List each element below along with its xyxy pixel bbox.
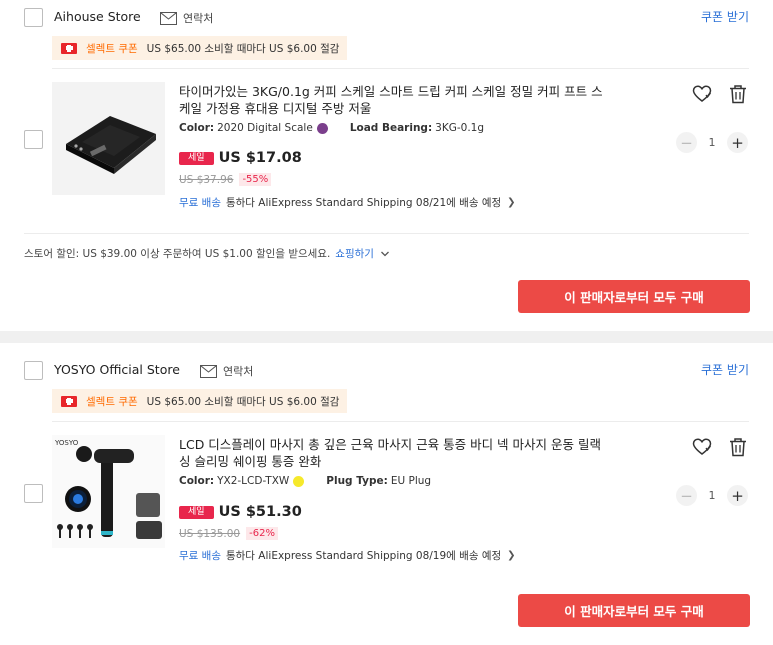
decrease-button[interactable]: − xyxy=(676,485,697,506)
buy-all-from-seller-button[interactable]: 이 판매자로부터 모두 구매 xyxy=(518,594,750,627)
store-card-aihouse: Aihouse Store 연락처 쿠폰 받기 셀렉트 쿠폰 US $65.00… xyxy=(0,0,773,331)
contact-label: 연락처 xyxy=(183,12,214,25)
massage-gun-image: YOSYO xyxy=(52,435,165,548)
promo-text: US $65.00 소비할 때마다 US $6.00 절감 xyxy=(146,42,340,55)
get-coupon-link[interactable]: 쿠폰 받기 xyxy=(701,361,749,378)
attr-label: Color: xyxy=(179,122,215,134)
attr-value: EU Plug xyxy=(390,475,432,487)
select-coupon-banner: 셀렉트 쿠폰 US $65.00 소비할 때마다 US $6.00 절감 xyxy=(52,389,348,413)
trash-icon[interactable] xyxy=(728,84,748,104)
product-attributes[interactable]: Color: YX2-LCD-TXW Plug Type: EU Plug xyxy=(179,475,431,487)
heart-icon[interactable] xyxy=(692,437,712,457)
sale-badge: 세일 xyxy=(179,505,214,519)
attr-label: Color: xyxy=(179,475,215,487)
price-row: 세일 US $17.08 xyxy=(179,150,302,166)
product-checkbox[interactable] xyxy=(24,130,43,149)
store-separator xyxy=(0,331,773,343)
heart-icon[interactable] xyxy=(692,84,712,104)
get-coupon-link[interactable]: 쿠폰 받기 xyxy=(701,8,749,25)
attr-label: Plug Type: xyxy=(326,475,388,487)
original-price: US $37.96 xyxy=(179,173,234,186)
original-price-row: US $37.96 -55% xyxy=(179,173,272,186)
color-swatch xyxy=(293,475,305,487)
divider xyxy=(24,233,749,234)
store-discount-text: 스토어 할인: US $39.00 이상 주문하여 US $1.00 할인을 받… xyxy=(24,248,331,260)
shipping-info[interactable]: 무료 배송 통하다 AliExpress Standard Shipping 0… xyxy=(179,195,516,210)
store-discount-info: 스토어 할인: US $39.00 이상 주문하여 US $1.00 할인을 받… xyxy=(24,246,390,261)
price-row: 세일 US $51.30 xyxy=(179,504,302,520)
product-title[interactable]: LCD 디스플레이 마사지 총 깊은 근육 마사지 근육 통증 바디 넥 마사지… xyxy=(179,436,611,470)
contact-seller-link[interactable]: 연락처 xyxy=(160,10,213,26)
chevron-down-icon[interactable] xyxy=(380,249,390,259)
divider xyxy=(52,68,749,69)
price: US $51.30 xyxy=(218,504,302,520)
shipping-text: 통하다 AliExpress Standard Shipping 08/19에 … xyxy=(225,550,502,562)
original-price-row: US $135.00 -62% xyxy=(179,527,278,540)
shop-now-link[interactable]: 쇼핑하기 xyxy=(335,246,374,261)
chevron-right-icon: ❯ xyxy=(507,550,516,561)
product-checkbox[interactable] xyxy=(24,484,43,503)
store-checkbox[interactable] xyxy=(24,8,43,27)
attr-value: 2020 Digital Scale xyxy=(217,122,313,134)
free-shipping-label: 무료 배송 xyxy=(179,197,221,209)
store-checkbox[interactable] xyxy=(24,361,43,380)
color-swatch xyxy=(316,122,328,134)
quantity-stepper: − 1 + xyxy=(676,132,748,153)
increase-button[interactable]: + xyxy=(727,132,748,153)
contact-label: 연락처 xyxy=(223,365,254,378)
price: US $17.08 xyxy=(218,150,302,166)
swiss-flag-icon xyxy=(61,395,77,407)
attr-value: YX2-LCD-TXW xyxy=(217,475,290,487)
store-card-yosyo: YOSYO Official Store 연락처 쿠폰 받기 셀렉트 쿠폰 US… xyxy=(0,343,773,645)
attr-value: 3KG-0.1g xyxy=(435,122,485,134)
image-brand-text: YOSYO xyxy=(54,439,79,447)
quantity-stepper: − 1 + xyxy=(676,485,748,506)
discount-badge: -55% xyxy=(239,173,272,186)
shipping-text: 통하다 AliExpress Standard Shipping 08/21에 … xyxy=(225,197,502,209)
quantity-value[interactable]: 1 xyxy=(697,489,727,502)
shipping-info[interactable]: 무료 배송 통하다 AliExpress Standard Shipping 0… xyxy=(179,548,516,563)
divider xyxy=(52,421,749,422)
store-name[interactable]: YOSYO Official Store xyxy=(54,362,180,377)
coffee-scale-image xyxy=(52,82,165,195)
contact-seller-link[interactable]: 연락처 xyxy=(200,363,253,379)
product-image[interactable]: YOSYO xyxy=(52,435,165,548)
discount-badge: -62% xyxy=(246,527,278,540)
sale-badge: 세일 xyxy=(179,151,214,165)
swiss-flag-icon xyxy=(61,42,77,54)
quantity-value[interactable]: 1 xyxy=(697,136,727,149)
original-price: US $135.00 xyxy=(179,527,241,540)
trash-icon[interactable] xyxy=(728,437,748,457)
free-shipping-label: 무료 배송 xyxy=(179,550,221,562)
promo-tag: 셀렉트 쿠폰 xyxy=(86,42,138,55)
decrease-button[interactable]: − xyxy=(676,132,697,153)
buy-all-from-seller-button[interactable]: 이 판매자로부터 모두 구매 xyxy=(518,280,750,313)
promo-text: US $65.00 소비할 때마다 US $6.00 절감 xyxy=(146,395,340,408)
select-coupon-banner: 셀렉트 쿠폰 US $65.00 소비할 때마다 US $6.00 절감 xyxy=(52,36,348,60)
attr-label: Load Bearing: xyxy=(349,122,433,134)
product-image[interactable] xyxy=(52,82,165,195)
increase-button[interactable]: + xyxy=(727,485,748,506)
product-attributes[interactable]: Color: 2020 Digital Scale Load Bearing: … xyxy=(179,122,484,134)
mail-icon xyxy=(200,364,217,378)
store-name[interactable]: Aihouse Store xyxy=(54,9,141,24)
chevron-right-icon: ❯ xyxy=(507,197,516,208)
product-title[interactable]: 타이머가있는 3KG/0.1g 커피 스케일 스마트 드립 커피 스케일 정밀 … xyxy=(179,83,611,117)
mail-icon xyxy=(160,11,177,25)
promo-tag: 셀렉트 쿠폰 xyxy=(86,395,138,408)
